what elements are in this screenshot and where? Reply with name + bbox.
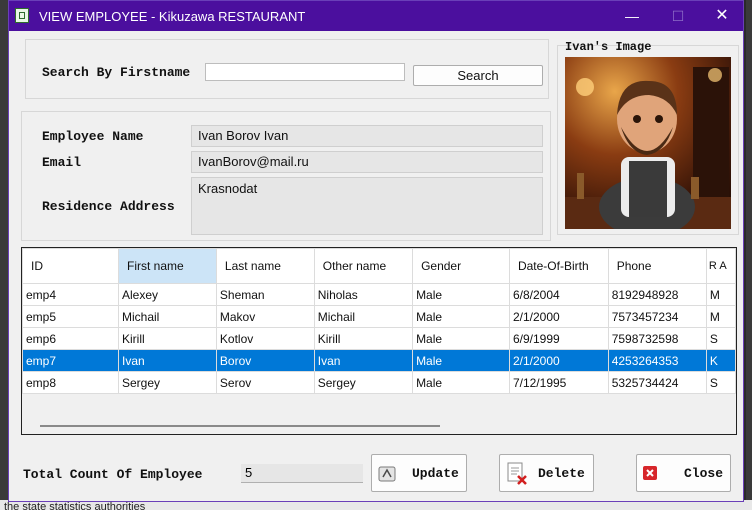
table-cell[interactable]: Kirill [117,327,217,350]
table-row-selected[interactable]: emp7 Ivan Borov Ivan Male 2/1/2000 42532… [22,349,736,372]
table-cell[interactable]: Kotlov [215,327,315,350]
column-header-phone[interactable]: Phone [607,248,707,284]
residence-address-label: Residence Address [42,199,175,214]
table-cell[interactable]: Male [412,327,510,350]
close-button[interactable]: Close [636,454,731,492]
table-cell[interactable]: 7598732598 [607,327,707,350]
table-cell[interactable]: Michail [117,305,217,328]
search-label: Search By Firstname [42,65,191,80]
employee-table[interactable]: ID First name Last name Other name Gende… [21,247,737,435]
maximize-button[interactable]: ☐ [655,1,701,31]
background-right [746,0,752,510]
table-cell[interactable]: emp6 [22,327,119,350]
close-label: Close [684,466,724,481]
table-row[interactable]: emp4 Alexey Sheman Niholas Male 6/8/2004… [22,283,736,306]
table-cell[interactable]: Male [412,283,510,306]
update-icon [378,465,396,488]
background-text: the state statistics authorities [4,501,146,510]
table-cell[interactable]: Ivan [313,349,414,372]
table-cell[interactable]: 8192948928 [607,283,707,306]
residence-address-field[interactable]: Krasnodat [191,177,543,235]
table-cell[interactable]: Sergey [117,371,217,394]
employee-table-grid: ID First name Last name Other name Gende… [22,248,736,394]
column-header-date-of-birth[interactable]: Date-Of-Birth [508,248,609,284]
total-count-field: 5 [241,464,363,483]
employee-name-field[interactable]: Ivan Borov Ivan [191,125,543,147]
table-cell[interactable]: K [705,349,736,372]
table-cell[interactable]: 6/9/1999 [508,327,609,350]
email-field[interactable]: IvanBorov@mail.ru [191,151,543,173]
table-cell[interactable]: Michail [313,305,414,328]
table-row[interactable]: emp8 Sergey Serov Sergey Male 7/12/1995 … [22,371,736,394]
table-row[interactable]: emp5 Michail Makov Michail Male 2/1/2000… [22,305,736,328]
delete-document-icon [506,462,528,491]
table-cell[interactable]: Male [412,349,510,372]
app-icon [15,8,29,23]
table-cell[interactable]: emp7 [22,349,119,372]
search-input[interactable] [205,63,405,81]
table-cell[interactable]: Borov [215,349,315,372]
table-cell[interactable]: Makov [215,305,315,328]
table-cell[interactable]: M [705,305,736,328]
table-cell[interactable]: Serov [215,371,315,394]
table-cell[interactable]: Alexey [117,283,217,306]
total-count-label: Total Count Of Employee [23,467,203,482]
table-cell[interactable]: Sergey [313,371,414,394]
table-cell[interactable]: 4253264353 [607,349,707,372]
background-left [0,0,8,510]
column-header-id[interactable]: ID [22,248,119,284]
close-x-icon [643,466,657,485]
horizontal-scrollbar[interactable] [40,425,440,427]
column-header-last-name[interactable]: Last name [215,248,315,284]
update-button[interactable]: Update [371,454,467,492]
delete-button[interactable]: Delete [499,454,594,492]
table-cell[interactable]: Sheman [215,283,315,306]
column-header-other-name[interactable]: Other name [313,248,414,284]
table-cell[interactable]: M [705,283,736,306]
table-cell[interactable]: emp5 [22,305,119,328]
minimize-button[interactable]: — [609,1,655,31]
employee-name-label: Employee Name [42,129,144,144]
update-label: Update [412,466,459,481]
table-cell[interactable]: 7573457234 [607,305,707,328]
table-cell[interactable]: Male [412,371,510,394]
table-row[interactable]: emp6 Kirill Kotlov Kirill Male 6/9/1999 … [22,327,736,350]
column-header-first-name[interactable]: First name [117,248,217,284]
search-button[interactable]: Search [413,65,543,86]
column-header-gender[interactable]: Gender [412,248,510,284]
table-cell[interactable]: 6/8/2004 [508,283,609,306]
table-cell[interactable]: S [705,327,736,350]
email-label: Email [42,155,82,170]
table-cell[interactable]: S [705,371,736,394]
view-employee-window: VIEW EMPLOYEE - Kikuzawa RESTAURANT — ☐ … [8,0,744,502]
delete-label: Delete [538,466,585,481]
column-header-residence-address[interactable]: R A [705,248,736,284]
employee-portrait [565,57,731,229]
image-title: Ivan's Image [565,40,652,54]
table-cell[interactable]: Ivan [117,349,217,372]
close-window-button[interactable]: ✕ [699,1,745,31]
table-cell[interactable]: Kirill [313,327,414,350]
table-cell[interactable]: 7/12/1995 [508,371,609,394]
table-cell[interactable]: 2/1/2000 [508,305,609,328]
table-header-row: ID First name Last name Other name Gende… [22,248,736,284]
title-bar[interactable]: VIEW EMPLOYEE - Kikuzawa RESTAURANT — ☐ … [9,1,743,31]
table-cell[interactable]: Niholas [313,283,414,306]
table-cell[interactable]: emp8 [22,371,119,394]
table-cell[interactable]: 5325734424 [607,371,707,394]
table-cell[interactable]: Male [412,305,510,328]
table-cell[interactable]: emp4 [22,283,119,306]
window-title: VIEW EMPLOYEE - Kikuzawa RESTAURANT [39,9,306,24]
table-cell[interactable]: 2/1/2000 [508,349,609,372]
